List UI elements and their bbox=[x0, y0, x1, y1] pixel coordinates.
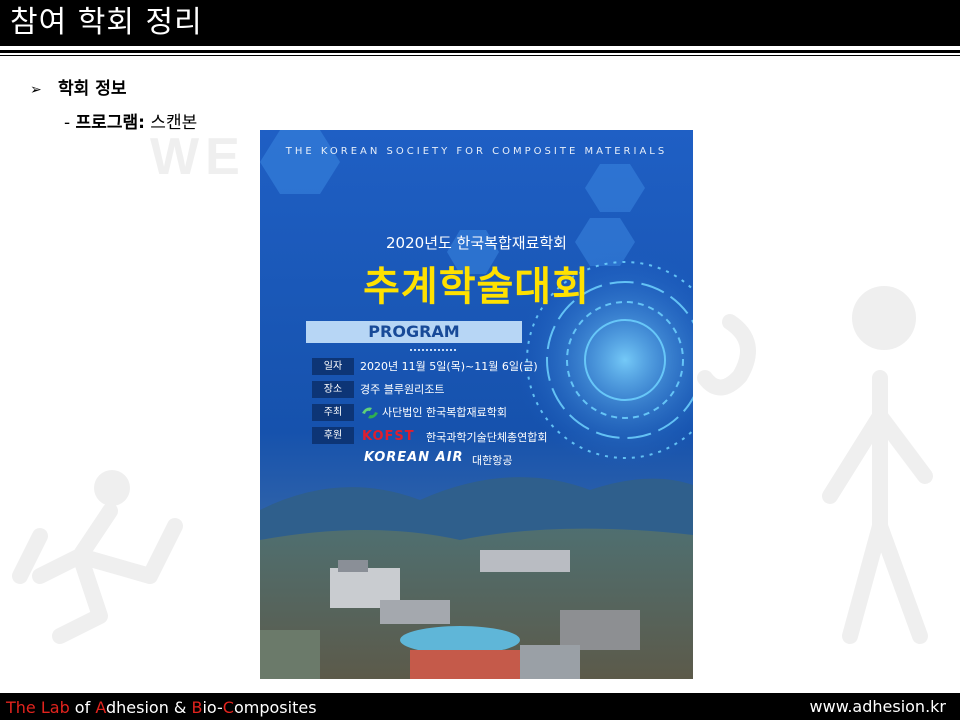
slide-footer: The Lab of Adhesion & Bio-Composites www… bbox=[0, 693, 960, 720]
korean-air-name: 대한항공 bbox=[472, 454, 513, 467]
info-value-venue: 경주 블루원리조트 bbox=[360, 383, 445, 396]
info-tag-sponsor: 후원 bbox=[312, 427, 354, 444]
sub-bullet-program: - 프로그램: 스캔본 bbox=[64, 108, 197, 133]
dotted-divider bbox=[410, 349, 456, 351]
info-value-date: 2020년 11월 5일(목)~11월 6일(금) bbox=[360, 360, 538, 373]
info-value-host: 사단법인 한국복합재료학회 bbox=[382, 406, 507, 419]
background-figure-right bbox=[697, 286, 933, 644]
kofst-logo: KOFST bbox=[362, 429, 415, 444]
bullet-arrow-icon: ➢ bbox=[30, 82, 42, 98]
conference-poster: THE KOREAN SOCIETY FOR COMPOSITE MATERIA… bbox=[260, 130, 693, 679]
sub-bullet-prefix: - bbox=[64, 113, 76, 133]
korean-air-logo: KOREAN AIR bbox=[364, 450, 464, 465]
background-figure-left bbox=[12, 470, 183, 644]
poster-society-name: THE KOREAN SOCIETY FOR COMPOSITE MATERIA… bbox=[285, 146, 668, 157]
society-logo-icon bbox=[362, 407, 378, 419]
slide-title: 참여 학회 정리 bbox=[10, 5, 203, 40]
header-divider-thick bbox=[0, 50, 960, 53]
sub-bullet-label: 프로그램: bbox=[75, 113, 145, 133]
kofst-name: 한국과학기술단체총연합회 bbox=[426, 431, 548, 444]
poster-year-line: 2020년도 한국복합재료학회 bbox=[386, 234, 567, 252]
info-tag-host: 주최 bbox=[312, 404, 354, 421]
slide-header: 참여 학회 정리 bbox=[0, 0, 960, 46]
poster-main-title: 추계학술대회 bbox=[363, 264, 590, 310]
program-label: PROGRAM bbox=[368, 322, 460, 341]
lab-website-link[interactable]: www.adhesion.kr bbox=[810, 697, 946, 716]
bullet-conference-info: ➢ 학회 정보 bbox=[30, 74, 126, 99]
info-tag-venue: 장소 bbox=[312, 381, 354, 398]
lab-name: The Lab of Adhesion & Bio-Composites bbox=[6, 698, 317, 717]
info-tag-date: 일자 bbox=[312, 358, 354, 375]
bullet-label: 학회 정보 bbox=[58, 79, 127, 99]
sub-bullet-value: 스캔본 bbox=[144, 113, 198, 133]
